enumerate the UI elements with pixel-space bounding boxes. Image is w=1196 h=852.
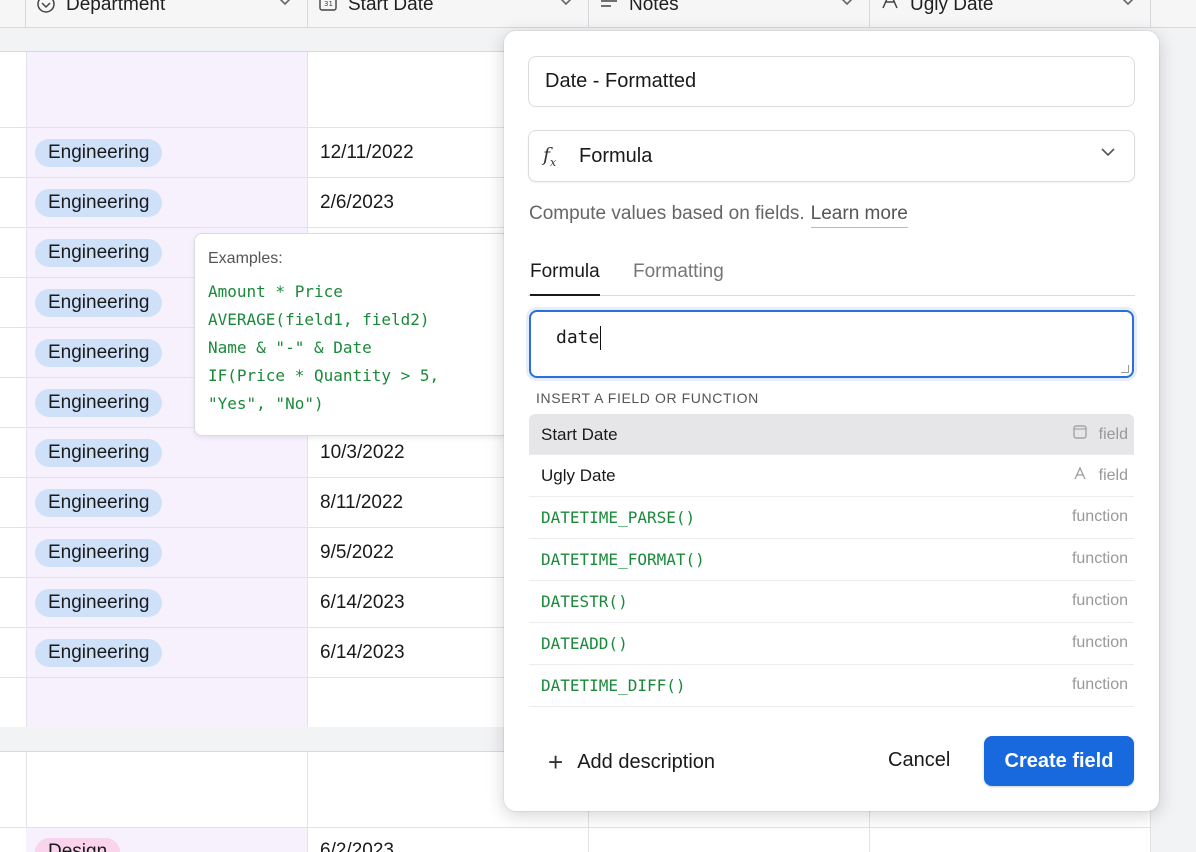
plus-icon: + xyxy=(548,747,564,777)
formula-input[interactable]: date xyxy=(529,310,1134,378)
add-description-label: Add description xyxy=(577,751,716,773)
add-description-button[interactable]: + Add description xyxy=(548,747,715,778)
column-header-label: Start Date xyxy=(348,0,434,15)
create-field-button[interactable]: Create field xyxy=(984,736,1134,786)
chevron-down-icon[interactable] xyxy=(839,0,855,12)
learn-more-link[interactable]: Learn more xyxy=(810,203,908,228)
suggestion-item-function[interactable]: DATETIME_DIFF() function xyxy=(529,665,1134,707)
text-caret xyxy=(600,326,602,350)
chevron-down-icon[interactable] xyxy=(558,0,574,12)
suggestion-kind-label: function xyxy=(1071,676,1128,693)
column-header-label: Department xyxy=(66,0,166,15)
department-pill[interactable]: Engineering xyxy=(35,189,163,217)
suggestion-item-start-date[interactable]: Start Date field xyxy=(529,414,1134,455)
suggestion-name: DATESTR() xyxy=(541,592,628,611)
suggestion-kind-label: function xyxy=(1071,508,1128,525)
calendar-icon: 31 xyxy=(318,0,338,16)
suggestion-kind: field xyxy=(1073,466,1128,485)
department-pill[interactable]: Engineering xyxy=(35,389,163,417)
start-date-cell[interactable]: 2/6/2023 xyxy=(320,192,394,214)
suggestion-item-function[interactable]: DATETIME_FORMAT() function xyxy=(529,539,1134,581)
suggestion-kind-label: field xyxy=(1098,426,1128,443)
suggestion-kind-label: function xyxy=(1071,550,1128,567)
field-type-label: Formula xyxy=(579,145,653,167)
column-header-label: Ugly Date xyxy=(910,0,994,15)
example-line: AVERAGE(field1, field2) xyxy=(208,310,430,329)
start-date-cell[interactable]: 6/14/2023 xyxy=(320,592,405,614)
column-header-ugly-date[interactable]: Ugly Date xyxy=(870,0,1151,27)
suggestion-name: DATETIME_DIFF() xyxy=(541,676,686,695)
suggestion-name: DATETIME_PARSE() xyxy=(541,508,696,527)
suggestion-item-function[interactable]: DATETIME_PARSE() function xyxy=(529,497,1134,539)
formula-input-value: date xyxy=(556,326,602,350)
example-line: "Yes", "No") xyxy=(208,394,324,413)
start-date-cell[interactable]: 12/11/2022 xyxy=(320,142,414,164)
single-select-icon xyxy=(36,0,56,16)
field-type-description: Compute values based on fields. Learn mor… xyxy=(529,203,908,228)
suggestion-name: Start Date xyxy=(541,425,618,444)
department-pill[interactable]: Engineering xyxy=(35,339,163,367)
suggestion-item-ugly-date[interactable]: Ugly Date field xyxy=(529,455,1134,497)
calendar-icon xyxy=(1073,425,1091,442)
suggestion-kind-label: function xyxy=(1071,592,1128,609)
example-line: IF(Price * Quantity > 5, xyxy=(208,366,440,385)
chevron-down-icon[interactable] xyxy=(277,0,293,12)
chevron-down-icon xyxy=(1100,145,1116,163)
department-pill[interactable]: Engineering xyxy=(35,139,163,167)
chevron-down-icon[interactable] xyxy=(1120,0,1136,12)
column-header-notes[interactable]: Notes xyxy=(589,0,870,27)
formula-examples-tooltip: Examples: Amount * Price AVERAGE(field1,… xyxy=(194,233,509,436)
department-pill[interactable]: Design xyxy=(35,838,121,852)
department-pill[interactable]: Engineering xyxy=(35,239,163,267)
text-icon xyxy=(880,0,900,16)
department-pill[interactable]: Engineering xyxy=(35,589,163,617)
start-date-cell[interactable]: 6/2/2023 xyxy=(320,840,394,852)
text-icon xyxy=(1073,466,1091,483)
start-date-cell[interactable]: 9/5/2022 xyxy=(320,542,394,564)
suggestion-list: Start Date field Ugly Date field DATETIM… xyxy=(529,414,1134,708)
column-header-start-date[interactable]: 31 Start Date xyxy=(308,0,589,27)
column-header-bar: Department 31 Start Date Notes Ugly Date xyxy=(0,0,1196,28)
example-line: Amount * Price xyxy=(208,282,343,301)
suggestion-item-function[interactable]: DATESTR() function xyxy=(529,581,1134,623)
table-row[interactable]: Design 6/2/2023 xyxy=(0,828,1151,852)
example-line: Name & "-" & Date xyxy=(208,338,372,357)
field-name-input[interactable]: Date - Formatted xyxy=(528,56,1135,107)
suggestion-kind-label: field xyxy=(1098,467,1128,484)
insert-section-header: INSERT A FIELD OR FUNCTION xyxy=(536,390,759,406)
svg-text:31: 31 xyxy=(324,0,333,8)
department-pill[interactable]: Engineering xyxy=(35,539,163,567)
start-date-cell[interactable]: 8/11/2022 xyxy=(320,492,403,514)
tab-formula[interactable]: Formula xyxy=(530,261,600,296)
cancel-button[interactable]: Cancel xyxy=(888,749,950,772)
column-header-department[interactable]: Department xyxy=(26,0,308,27)
suggestion-name: DATEADD() xyxy=(541,634,628,653)
start-date-cell[interactable]: 10/3/2022 xyxy=(320,442,405,464)
formula-icon: fx xyxy=(543,144,557,169)
field-config-panel: Date - Formatted fx Formula Compute valu… xyxy=(504,31,1159,811)
suggestion-kind-label: function xyxy=(1071,634,1128,651)
tooltip-title: Examples: xyxy=(208,250,283,267)
column-header-label: Notes xyxy=(629,0,679,15)
department-pill[interactable]: Engineering xyxy=(35,639,163,667)
department-pill[interactable]: Engineering xyxy=(35,439,163,467)
description-text: Compute values based on fields. xyxy=(529,203,805,224)
formula-text: date xyxy=(556,327,600,348)
long-text-icon xyxy=(599,0,619,16)
column-header-spacer xyxy=(0,0,26,27)
department-pill[interactable]: Engineering xyxy=(35,489,163,517)
formula-tabs: Formula Formatting xyxy=(528,261,1135,296)
field-type-select[interactable]: fx Formula xyxy=(528,130,1135,182)
suggestion-name: DATETIME_FORMAT() xyxy=(541,550,705,569)
start-date-cell[interactable]: 6/14/2023 xyxy=(320,642,405,664)
suggestion-item-function[interactable]: DATEADD() function xyxy=(529,623,1134,665)
suggestion-kind: field xyxy=(1073,425,1128,444)
resize-handle[interactable] xyxy=(1121,365,1129,373)
tab-formatting[interactable]: Formatting xyxy=(633,261,724,296)
suggestion-name: Ugly Date xyxy=(541,466,616,485)
department-pill[interactable]: Engineering xyxy=(35,289,163,317)
